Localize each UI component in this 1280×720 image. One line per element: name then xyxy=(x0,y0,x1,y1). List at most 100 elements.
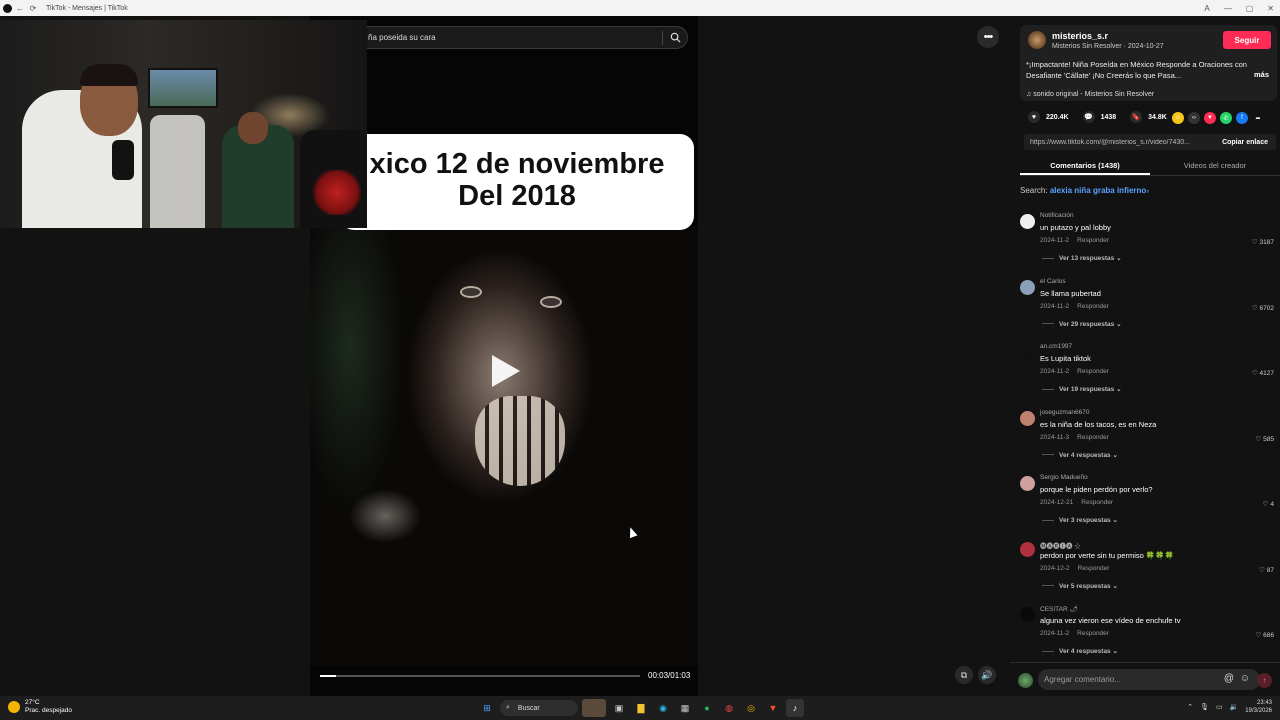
commenter-name[interactable]: el Carlos xyxy=(1040,278,1066,285)
comment-like-button[interactable]: ♡ 585 xyxy=(1256,435,1275,443)
translate-icon[interactable]: A xyxy=(1204,4,1209,13)
weather-widget[interactable]: 27°C Prac. despejado xyxy=(8,699,72,715)
commenter-name[interactable]: 🅜🅐🅡🅘🅐 ☆ xyxy=(1040,540,1081,550)
search-suggest-term[interactable]: alexia niña graba infierno xyxy=(1050,186,1146,195)
microphone-icon[interactable]: 🎙 xyxy=(1200,703,1209,711)
save-button[interactable]: 🔖 34.8K xyxy=(1130,111,1167,123)
embed-icon[interactable]: ‹› xyxy=(1188,112,1200,124)
commenter-name[interactable]: Notificación xyxy=(1040,212,1074,219)
network-icon[interactable]: ▭ xyxy=(1216,703,1223,711)
windows-start-icon[interactable]: ⊞ xyxy=(478,699,496,717)
facebook-icon[interactable]: f xyxy=(1236,112,1248,124)
commenter-avatar[interactable] xyxy=(1020,541,1035,557)
floating-player-button[interactable]: ⧉ xyxy=(955,666,973,684)
task-view-icon[interactable]: ▣ xyxy=(610,699,628,717)
chrome-icon[interactable]: ◎ xyxy=(742,699,760,717)
tab-comments[interactable]: Comentarios (1438) xyxy=(1020,158,1150,175)
video-eye xyxy=(460,286,482,298)
follow-button[interactable]: Seguir xyxy=(1223,31,1271,49)
file-explorer-icon[interactable]: ▇ xyxy=(632,699,650,717)
view-replies-button[interactable]: Ver 19 respuestas ⌄ xyxy=(1042,385,1122,393)
video-link-url[interactable]: https://www.tiktok.com/@misterios_s.r/vi… xyxy=(1030,139,1222,146)
comment-like-button[interactable]: ♡ 87 xyxy=(1259,566,1274,574)
search-icon[interactable] xyxy=(663,32,687,43)
search-suggestion[interactable]: Search: alexia niña graba infierno⌕ xyxy=(1020,186,1150,196)
comment-like-button[interactable]: ♡ 3187 xyxy=(1252,238,1274,246)
view-replies-button[interactable]: Ver 13 respuestas ⌄ xyxy=(1042,254,1122,262)
close-button[interactable]: ✕ xyxy=(1267,4,1274,13)
author-avatar[interactable] xyxy=(1028,31,1046,49)
brave-icon[interactable]: ▼ xyxy=(764,699,782,717)
share-arrow-icon[interactable]: ➦ xyxy=(1252,112,1264,124)
commenter-avatar[interactable] xyxy=(1020,279,1035,295)
reply-button[interactable]: Responder xyxy=(1077,630,1109,637)
tab-creator-videos[interactable]: Videos del creador xyxy=(1150,158,1280,175)
video-progress-bar[interactable] xyxy=(320,675,640,677)
back-icon[interactable]: ← xyxy=(15,3,25,13)
steam-icon[interactable]: ◍ xyxy=(720,699,738,717)
comment-button[interactable]: 💬 1438 xyxy=(1082,111,1116,123)
volume-icon[interactable]: 🔊 xyxy=(978,666,996,684)
widget-icon[interactable] xyxy=(582,699,606,717)
comment-like-button[interactable]: ♡ 4 xyxy=(1263,500,1274,508)
more-options-button[interactable]: ••• xyxy=(977,26,999,48)
commenter-avatar[interactable] xyxy=(1020,607,1035,622)
commenter-name[interactable]: joseguzman6670 xyxy=(1040,409,1090,416)
more-description-link[interactable]: más xyxy=(1254,70,1269,79)
reply-button[interactable]: Responder xyxy=(1077,434,1109,441)
comment-like-button[interactable]: ♡ 6702 xyxy=(1252,304,1274,312)
reply-button[interactable]: Responder xyxy=(1078,565,1110,572)
heart-icon: ♥ xyxy=(1028,111,1040,123)
comment-text: un putazo y pal lobby xyxy=(1040,223,1111,232)
reply-button[interactable]: Responder xyxy=(1077,237,1109,244)
play-icon[interactable] xyxy=(492,355,520,387)
sound-link[interactable]: ♫ sonido original - Misterios Sin Resolv… xyxy=(1026,91,1154,98)
view-replies-button[interactable]: Ver 4 respuestas ⌄ xyxy=(1042,451,1118,459)
view-replies-button[interactable]: Ver 3 respuestas ⌄ xyxy=(1042,516,1118,524)
commenter-avatar[interactable] xyxy=(1020,214,1035,229)
view-replies-button[interactable]: Ver 5 respuestas ⌄ xyxy=(1042,582,1118,590)
comment-date: 2024-11-2 xyxy=(1040,302,1070,310)
copy-link-button[interactable]: Copiar enlace xyxy=(1222,139,1268,146)
commenter-name[interactable]: Sergio Madueño xyxy=(1040,474,1088,481)
whatsapp-icon[interactable]: ✆ xyxy=(1220,112,1232,124)
sound-label: sonido original - Misterios Sin Resolver xyxy=(1033,91,1155,98)
taskbar-search[interactable]: ⌕ Buscar xyxy=(500,700,578,716)
reply-button[interactable]: Responder xyxy=(1077,368,1109,375)
speaker-icon[interactable]: 🔉 xyxy=(1230,703,1239,711)
search-bar[interactable]: ña poseida su cara xyxy=(355,26,688,49)
spotify-icon[interactable]: ● xyxy=(698,699,716,717)
send-comment-button[interactable]: ↑ xyxy=(1257,673,1272,688)
chevron-down-icon: ⌄ xyxy=(1110,582,1118,590)
reply-button[interactable]: Responder xyxy=(1081,499,1113,506)
tray-chevron-icon[interactable]: ⌃ xyxy=(1187,703,1193,711)
browser-titlebar: ← ⟳ TikTok - Mensajes | TikTok A — ▢ ✕ xyxy=(0,0,1280,16)
commenter-avatar[interactable] xyxy=(1020,345,1035,360)
send-icon[interactable]: ▼ xyxy=(1204,112,1216,124)
comment-like-button[interactable]: ♡ 4127 xyxy=(1252,369,1274,377)
taskbar-apps: ⊞ ⌕ Buscar ▣ ▇ ◉ ▦ ● ◍ ◎ ▼ ♪ xyxy=(478,699,804,717)
author-username[interactable]: misterios_s.r xyxy=(1052,31,1108,41)
store-icon[interactable]: ▦ xyxy=(676,699,694,717)
edge-icon[interactable]: ◉ xyxy=(654,699,672,717)
search-query[interactable]: ña poseida su cara xyxy=(368,33,662,42)
clock[interactable]: 23:43 19/3/2026 xyxy=(1245,699,1272,715)
maximize-button[interactable]: ▢ xyxy=(1246,4,1254,13)
comment-like-button[interactable]: ♡ 686 xyxy=(1256,631,1275,639)
commenter-name[interactable]: an.cm1997 xyxy=(1040,343,1072,350)
view-replies-button[interactable]: Ver 29 respuestas ⌄ xyxy=(1042,320,1122,328)
emoji-icon[interactable]: ☺ xyxy=(1240,673,1250,684)
commenter-avatar[interactable] xyxy=(1020,410,1035,426)
comment-input[interactable]: Agregar comentario... @ ☺ xyxy=(1038,669,1260,690)
video-eye xyxy=(540,296,562,308)
commenter-name[interactable]: CESITAR 🌶 xyxy=(1040,605,1078,613)
minimize-button[interactable]: — xyxy=(1224,4,1232,13)
mention-icon[interactable]: @ xyxy=(1224,673,1234,684)
refresh-icon[interactable]: ⟳ xyxy=(28,3,38,13)
like-button[interactable]: ♥ 220.4K xyxy=(1028,111,1069,123)
commenter-avatar[interactable] xyxy=(1020,476,1035,491)
reply-button[interactable]: Responder xyxy=(1077,303,1109,310)
view-replies-button[interactable]: Ver 4 respuestas ⌄ xyxy=(1042,647,1118,655)
tiktok-icon[interactable]: ♪ xyxy=(786,699,804,717)
emoji-share-icon[interactable]: ☺ xyxy=(1172,112,1184,124)
